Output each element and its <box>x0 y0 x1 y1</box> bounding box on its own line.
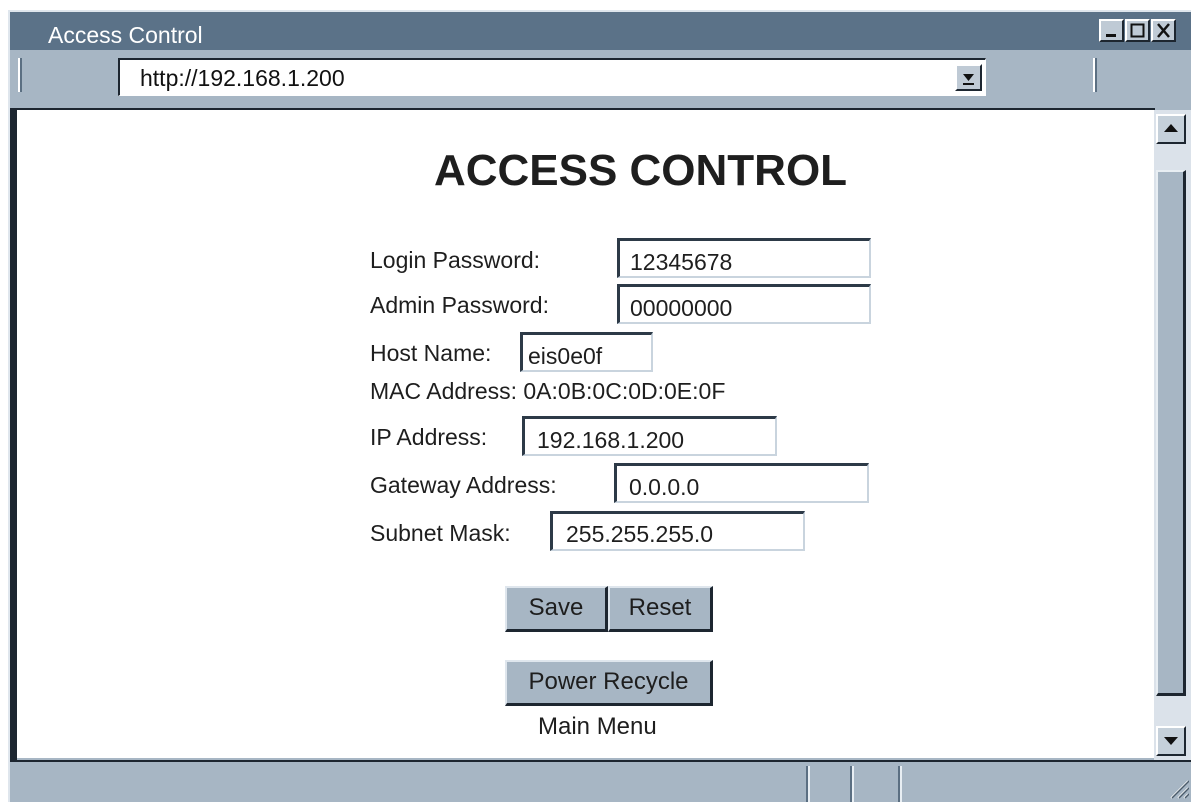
mac-address-text: MAC Address: 0A:0B:0C:0D:0E:0F <box>370 378 726 404</box>
resize-grip-icon[interactable] <box>1163 772 1189 800</box>
status-divider <box>806 766 810 802</box>
chevron-down-icon <box>963 74 974 85</box>
status-divider <box>850 766 854 802</box>
minimize-icon <box>1106 34 1116 37</box>
url-dropdown-button[interactable] <box>955 64 982 91</box>
maximize-icon <box>1130 23 1145 38</box>
host-name-label: Host Name: <box>370 340 492 366</box>
arrow-up-icon <box>1164 124 1178 132</box>
minimize-button[interactable] <box>1099 19 1124 42</box>
login-password-label: Login Password: <box>370 247 541 273</box>
subnet-mask-label: Subnet Mask: <box>370 520 511 546</box>
ip-address-value[interactable]: 192.168.1.200 <box>537 427 684 453</box>
status-bar <box>10 760 1191 802</box>
window-title: Access Control <box>48 22 203 48</box>
host-name-value[interactable]: eis0e0f <box>528 343 602 369</box>
url-text[interactable]: http://192.168.1.200 <box>140 65 345 91</box>
admin-password-value[interactable]: 00000000 <box>630 295 732 321</box>
maximize-button[interactable] <box>1125 19 1150 42</box>
subnet-mask-value[interactable]: 255.255.255.0 <box>566 521 713 547</box>
main-menu-link[interactable]: Main Menu <box>538 714 657 740</box>
ip-address-label: IP Address: <box>370 424 488 450</box>
toolbar-grip-right[interactable] <box>1093 58 1097 92</box>
admin-password-label: Admin Password: <box>370 292 549 318</box>
gateway-address-value[interactable]: 0.0.0.0 <box>629 474 699 500</box>
arrow-down-icon <box>1164 737 1178 745</box>
gateway-address-label: Gateway Address: <box>370 472 557 498</box>
login-password-value[interactable]: 12345678 <box>630 249 732 275</box>
page-title: ACCESS CONTROL <box>433 146 848 195</box>
scroll-up-button[interactable] <box>1156 114 1186 144</box>
scroll-thumb[interactable] <box>1156 170 1186 696</box>
content-border <box>10 108 17 760</box>
save-button[interactable]: Save <box>505 586 608 632</box>
scroll-down-button[interactable] <box>1156 726 1186 756</box>
status-divider <box>898 766 902 802</box>
close-button[interactable] <box>1151 19 1176 42</box>
toolbar-grip-left[interactable] <box>18 58 22 92</box>
reset-button[interactable]: Reset <box>608 586 713 632</box>
power-recycle-button[interactable]: Power Recycle <box>505 660 713 706</box>
close-icon <box>1157 23 1170 38</box>
